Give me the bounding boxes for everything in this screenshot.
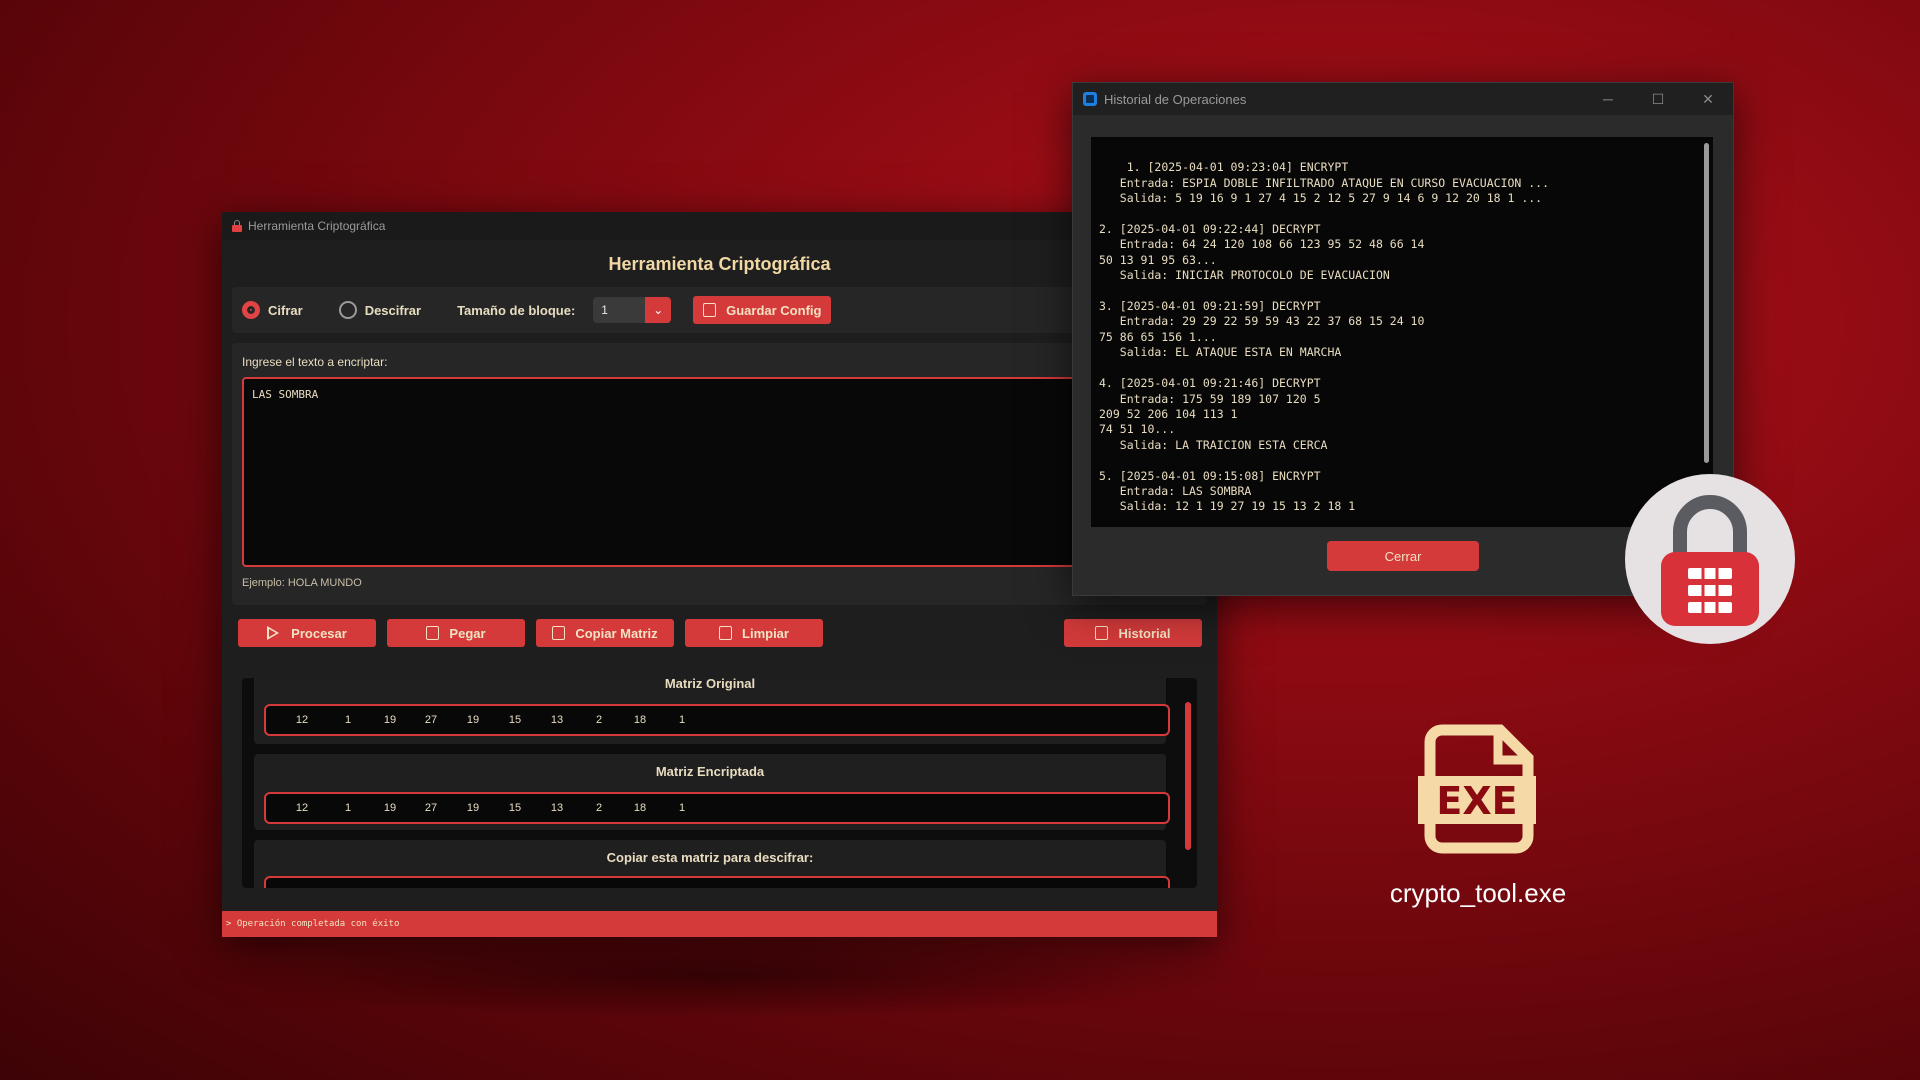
- matrix-cell: 12: [295, 714, 309, 726]
- close-icon[interactable]: ✕: [1683, 83, 1733, 115]
- matrix-cell: 1: [678, 802, 686, 814]
- clear-label: Limpiar: [742, 625, 789, 641]
- save-icon: [703, 303, 717, 317]
- matrix-panel[interactable]: Matriz Original 12 1 19 27 19 15 13 2 18…: [242, 678, 1197, 888]
- exe-badge-text: EXE: [1436, 779, 1517, 823]
- history-titlebar[interactable]: Historial de Operaciones ─ ☐ ✕: [1073, 83, 1733, 115]
- original-matrix-row[interactable]: 12 1 19 27 19 15 13 2 18 1: [264, 704, 1170, 736]
- radio-decrypt[interactable]: Descifrar: [338, 301, 422, 319]
- matrix-cell: 18: [633, 802, 647, 814]
- matrix-cell: 15: [508, 802, 522, 814]
- copy-matrix-row[interactable]: [264, 876, 1170, 888]
- matrix-cell: 19: [383, 802, 397, 814]
- plaintext-input[interactable]: LAS SOMBRA: [242, 377, 1207, 567]
- chevron-down-icon[interactable]: ⌄: [645, 297, 672, 323]
- copy-icon: [552, 626, 566, 640]
- window-titlebar[interactable]: Herramienta Criptográfica: [222, 212, 1217, 240]
- process-label: Procesar: [291, 625, 347, 641]
- copy-matrix-card: Copiar esta matriz para descifrar:: [254, 840, 1170, 888]
- encrypted-matrix-card: Matriz Encriptada 12 1 19 27 19 15 13 2 …: [254, 754, 1170, 830]
- copy-matrix-button[interactable]: Copiar Matriz: [536, 619, 674, 647]
- exe-filename: crypto_tool.exe: [1389, 878, 1567, 908]
- matrix-cell: 2: [595, 714, 603, 726]
- clear-button[interactable]: Limpiar: [685, 619, 823, 647]
- matrix-cell: 13: [550, 714, 564, 726]
- save-config-button[interactable]: Guardar Config: [693, 296, 832, 324]
- history-scrollbar[interactable]: [1704, 143, 1709, 463]
- copy-matrix-label: Copiar Matriz: [575, 625, 658, 641]
- matrix-cell: 19: [466, 802, 480, 814]
- matrix-cell: 27: [424, 802, 438, 814]
- matrix-cell: 18: [633, 714, 647, 726]
- history-log-text: 1. [2025-04-01 09:23:04] ENCRYPT Entrada…: [1099, 160, 1550, 514]
- paste-label: Pegar: [449, 625, 486, 641]
- close-history-button[interactable]: Cerrar: [1327, 541, 1479, 571]
- paste-button[interactable]: Pegar: [387, 619, 525, 647]
- exe-file-icon: EXE: [1416, 724, 1540, 859]
- clear-icon: [719, 626, 733, 640]
- play-icon: [267, 626, 280, 640]
- history-window-title: Historial de Operaciones: [1104, 91, 1247, 107]
- history-button[interactable]: Historial: [1064, 619, 1202, 647]
- original-matrix-card: Matriz Original 12 1 19 27 19 15 13 2 18…: [254, 678, 1170, 744]
- matrix-cell: 15: [508, 714, 522, 726]
- crypto-tool-window: Herramienta Criptográfica Herramienta Cr…: [222, 212, 1217, 937]
- radio-decrypt-label: Descifrar: [364, 302, 422, 318]
- app-icon: [1083, 92, 1097, 106]
- status-bar: > Operación completada con éxito: [222, 911, 1217, 937]
- input-section: Ingrese el texto a encriptar: LAS SOMBRA…: [232, 343, 1207, 605]
- padlock-icon: [1661, 495, 1759, 626]
- window-shadow: [210, 930, 1230, 1020]
- example-hint: Ejemplo: HOLA MUNDO: [242, 577, 362, 589]
- matrix-cell: 1: [678, 714, 686, 726]
- matrix-cell: 1: [344, 714, 352, 726]
- lock-icon: [232, 220, 242, 232]
- history-label: Historial: [1118, 625, 1171, 641]
- app-heading: Herramienta Criptográfica: [608, 254, 831, 274]
- encrypted-matrix-row[interactable]: 12 1 19 27 19 15 13 2 18 1: [264, 792, 1170, 824]
- block-size-value: 1: [601, 303, 608, 317]
- process-button[interactable]: Procesar: [238, 619, 376, 647]
- radio-selected-icon: [242, 301, 260, 319]
- radio-encrypt-label: Cifrar: [268, 302, 303, 318]
- matrix-cell: 19: [466, 714, 480, 726]
- matrix-cell: 27: [424, 714, 438, 726]
- save-config-label: Guardar Config: [726, 302, 822, 318]
- original-matrix-title: Matriz Original: [664, 678, 756, 691]
- window-title: Herramienta Criptográfica: [248, 219, 386, 233]
- matrix-cell: 13: [550, 802, 564, 814]
- matrix-cell: 1: [344, 802, 352, 814]
- copy-matrix-title: Copiar esta matriz para descifrar:: [606, 850, 814, 865]
- clipboard-icon: [426, 626, 440, 640]
- matrix-cell: 12: [295, 802, 309, 814]
- maximize-icon[interactable]: ☐: [1633, 83, 1683, 115]
- history-icon: [1095, 626, 1109, 640]
- matrix-scrollbar[interactable]: [1185, 702, 1191, 850]
- block-size-select[interactable]: 1 ⌄: [593, 297, 672, 323]
- matrix-cell: 19: [383, 714, 397, 726]
- matrix-cell: 2: [595, 802, 603, 814]
- padlock-badge: [1625, 474, 1795, 644]
- history-log[interactable]: 1. [2025-04-01 09:23:04] ENCRYPT Entrada…: [1091, 137, 1713, 527]
- minimize-icon[interactable]: ─: [1583, 83, 1633, 115]
- action-buttons: Procesar Pegar Copiar Matriz Limpiar His…: [238, 619, 1202, 649]
- input-label: Ingrese el texto a encriptar:: [242, 355, 388, 369]
- radio-encrypt[interactable]: Cifrar: [242, 301, 303, 319]
- encrypted-matrix-title: Matriz Encriptada: [655, 764, 765, 779]
- mode-toolbar: Cifrar Descifrar Tamaño de bloque: 1 ⌄ G…: [232, 287, 1207, 333]
- radio-unselected-icon: [338, 301, 357, 319]
- block-size-label: Tamaño de bloque:: [457, 302, 576, 318]
